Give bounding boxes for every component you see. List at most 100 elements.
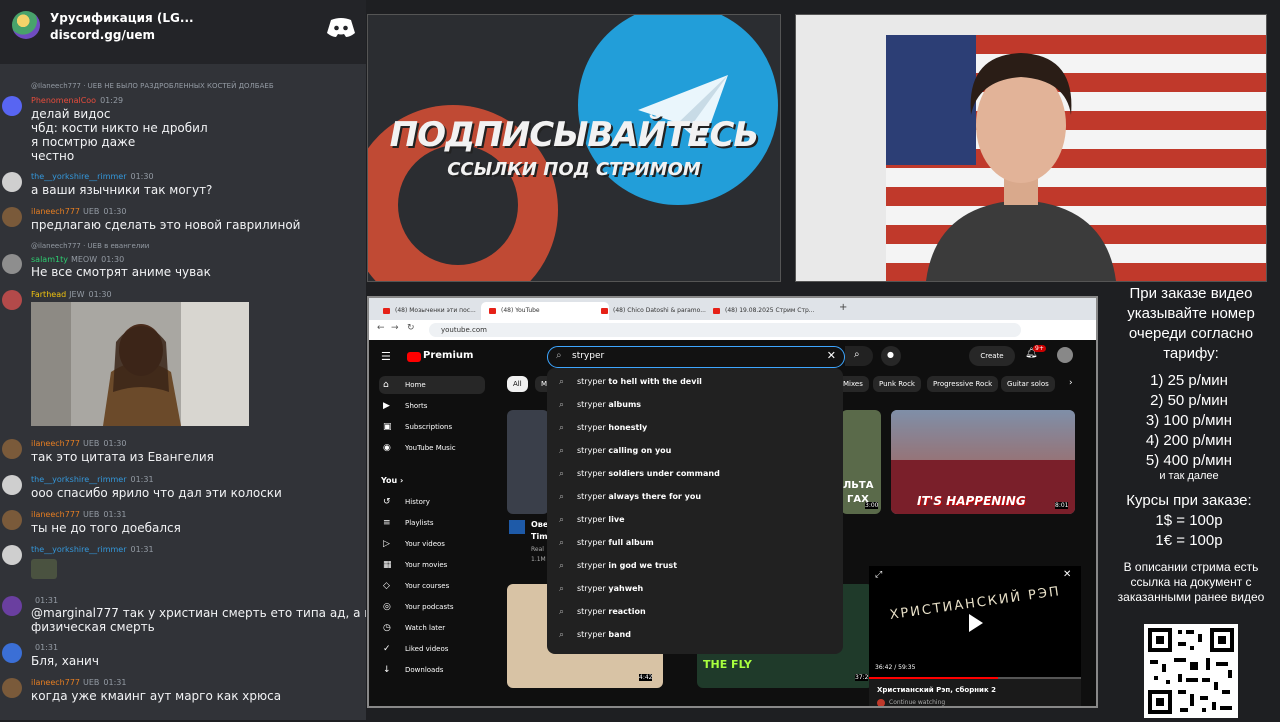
menu-icon[interactable]: ☰ bbox=[381, 350, 391, 363]
search-value: stryper bbox=[572, 351, 605, 361]
new-tab-icon[interactable]: + bbox=[839, 302, 847, 313]
avatar bbox=[2, 510, 22, 530]
order-instructions: При заказе видео указывайте номер очеред… bbox=[1127, 285, 1255, 362]
timestamp: 01:30 bbox=[88, 290, 112, 299]
sidebar-item-your-courses[interactable]: ◇ Your courses bbox=[379, 577, 485, 595]
search-suggestion[interactable]: ⌕ stryper honestly bbox=[547, 417, 843, 439]
chat-header: Урусификация (LG... discord.gg/uem bbox=[0, 0, 366, 64]
sidebar-item-your-movies[interactable]: ▦ Your movies bbox=[379, 556, 485, 574]
message-text: ооо спасибо ярило что дал эти колоски bbox=[31, 486, 282, 500]
message-text: Не все смотрят аниме чувак bbox=[31, 265, 211, 279]
qr-code-image bbox=[1148, 628, 1234, 714]
youtube-logo-icon[interactable] bbox=[407, 352, 421, 362]
search-suggestion[interactable]: ⌕ stryper albums bbox=[547, 394, 843, 416]
search-suggestion[interactable]: ⌕ stryper always there for you bbox=[547, 486, 843, 508]
search-suggestion[interactable]: ⌕ stryper yahweh bbox=[547, 578, 843, 600]
server-invite: discord.gg/uem bbox=[50, 28, 156, 42]
browser-tab[interactable]: (48) Chico Datoshi & paramo... bbox=[593, 302, 721, 320]
chip[interactable]: Punk Rock bbox=[873, 376, 921, 392]
avatar bbox=[2, 254, 22, 274]
browser-tab-active[interactable]: (48) YouTube bbox=[481, 302, 609, 320]
video-duration: 8:01 bbox=[1055, 502, 1069, 509]
timestamp: 01:29 bbox=[100, 96, 124, 105]
rate-item: 1€ = 100р bbox=[1155, 532, 1223, 549]
search-input[interactable]: ⌕ stryper ✕ bbox=[547, 346, 845, 368]
tab-strip: (48) Мозыченки эти пос... (48) YouTube (… bbox=[369, 298, 1096, 320]
chat-image-attachment[interactable] bbox=[31, 302, 249, 426]
search-icon: ⌕ bbox=[559, 515, 565, 525]
video-thumbnail[interactable]: IT'S HAPPENING 8:01 bbox=[891, 410, 1075, 514]
avatar bbox=[2, 290, 22, 310]
search-suggestion[interactable]: ⌕ stryper soldiers under command bbox=[547, 463, 843, 485]
playlist-icon: ≡ bbox=[383, 518, 391, 528]
playlist-avatar bbox=[877, 699, 885, 706]
close-icon[interactable]: ✕ bbox=[1063, 569, 1071, 580]
voice-search-button[interactable]: ● bbox=[881, 346, 901, 366]
chip-all[interactable]: All bbox=[507, 376, 528, 392]
sidebar-item-your-podcasts[interactable]: ◎ Your podcasts bbox=[379, 598, 485, 616]
address-input[interactable]: youtube.com bbox=[429, 323, 1021, 337]
search-suggestion[interactable]: ⌕ stryper to hell with the devil bbox=[547, 371, 843, 393]
subscribe-banner: ПОДПИСЫВАЙТЕСЬ ССЫЛКИ ПОД СТРИМОМ bbox=[367, 14, 781, 282]
chat-panel: Урусификация (LG... discord.gg/uem @Ilan… bbox=[0, 0, 366, 720]
account-avatar[interactable] bbox=[1057, 347, 1073, 363]
miniplayer[interactable]: ХРИСТИАНСКИЙ РЭП ⤢ ✕ 36:42 / 59:35 Христ… bbox=[869, 566, 1081, 706]
tariff-etc: и так далее bbox=[1159, 470, 1219, 482]
reload-icon[interactable]: ↻ bbox=[407, 323, 415, 333]
author-name: ilaneech777 bbox=[31, 510, 80, 519]
search-suggestion[interactable]: ⌕ stryper in god we trust bbox=[547, 555, 843, 577]
tariff-item: 3) 100 р/мин bbox=[1145, 412, 1233, 429]
chip[interactable]: Progressive Rock bbox=[927, 376, 999, 392]
sidebar-item-liked-videos[interactable]: ✓ Liked videos bbox=[379, 640, 485, 658]
search-suggestion[interactable]: ⌕ stryper reaction bbox=[547, 601, 843, 623]
sidebar-item-watch-later[interactable]: ◷ Watch later bbox=[379, 619, 485, 637]
miniplayer-video[interactable]: ХРИСТИАНСКИЙ РЭП ⤢ ✕ 36:42 / 59:35 bbox=[869, 566, 1081, 678]
reply-quote: @ilaneech777 · UEB в евангелии bbox=[31, 242, 150, 250]
forward-icon[interactable]: → bbox=[391, 323, 399, 333]
sidebar-item-your-videos[interactable]: ▷ Your videos bbox=[379, 535, 485, 553]
chevron-right-icon[interactable]: › bbox=[1069, 378, 1073, 388]
qr-code bbox=[1144, 624, 1238, 718]
video-icon: ▷ bbox=[383, 539, 390, 549]
play-icon[interactable] bbox=[969, 614, 983, 632]
sidebar-item-music[interactable]: ◉ YouTube Music bbox=[379, 439, 485, 457]
home-icon: ⌂ bbox=[383, 380, 389, 390]
webcam-feed bbox=[795, 14, 1267, 282]
miniplayer-title[interactable]: Христианский Рэп, сборник 2 bbox=[877, 686, 996, 694]
search-suggestions-dropdown: ⌕ stryper to hell with the devil ⌕ stryper… bbox=[547, 368, 843, 654]
search-suggestion[interactable]: ⌕ stryper live bbox=[547, 509, 843, 531]
back-icon[interactable]: ← bbox=[377, 323, 385, 333]
timestamp: 01:31 bbox=[103, 510, 127, 519]
search-suggestion[interactable]: ⌕ stryper calling on you bbox=[547, 440, 843, 462]
avatar bbox=[2, 475, 22, 495]
sidebar-item-subscriptions[interactable]: ▣ Subscriptions bbox=[379, 418, 485, 436]
miniplayer-status: Continue watching bbox=[889, 699, 946, 706]
expand-icon[interactable]: ⤢ bbox=[875, 570, 882, 580]
video-thumbnail[interactable] bbox=[507, 410, 549, 514]
video-title[interactable]: Ове bbox=[531, 520, 548, 529]
sidebar-item-downloads[interactable]: ↓ Downloads bbox=[379, 661, 485, 679]
video-title[interactable]: Tim bbox=[531, 532, 548, 541]
search-suggestion[interactable]: ⌕ stryper full album bbox=[547, 532, 843, 554]
chip[interactable]: Guitar solos bbox=[1001, 376, 1055, 392]
timestamp: 01:31 bbox=[103, 678, 127, 687]
browser-tab[interactable]: (48) 19.08.2025 Стрим Стр... bbox=[705, 302, 835, 320]
sidebar-item-history[interactable]: ↺ History bbox=[379, 493, 485, 511]
sidebar-item-home[interactable]: ⌂ Home bbox=[379, 376, 485, 394]
search-button[interactable]: ⌕ bbox=[845, 346, 873, 366]
you-section-label[interactable]: You › bbox=[381, 476, 403, 485]
search-icon: ⌕ bbox=[556, 350, 562, 361]
message-text: Бля, ханич bbox=[31, 654, 99, 668]
clear-search-icon[interactable]: ✕ bbox=[827, 349, 836, 362]
youtube-logo-text[interactable]: Premium bbox=[423, 350, 473, 361]
create-button[interactable]: Create bbox=[969, 346, 1015, 366]
video-thumbnail[interactable]: ЛЬТА ГАХ 3:00 bbox=[841, 410, 881, 514]
search-suggestion[interactable]: ⌕ stryper band bbox=[547, 624, 843, 646]
avatar bbox=[2, 96, 22, 116]
sidebar-item-playlists[interactable]: ≡ Playlists bbox=[379, 514, 485, 532]
avatar bbox=[2, 678, 22, 698]
avatar bbox=[2, 439, 22, 459]
sidebar-item-shorts[interactable]: ▶ Shorts bbox=[379, 397, 485, 415]
message-text: предлагаю сделать это новой гаврилиной bbox=[31, 218, 301, 232]
progress-bar[interactable] bbox=[869, 677, 1081, 679]
